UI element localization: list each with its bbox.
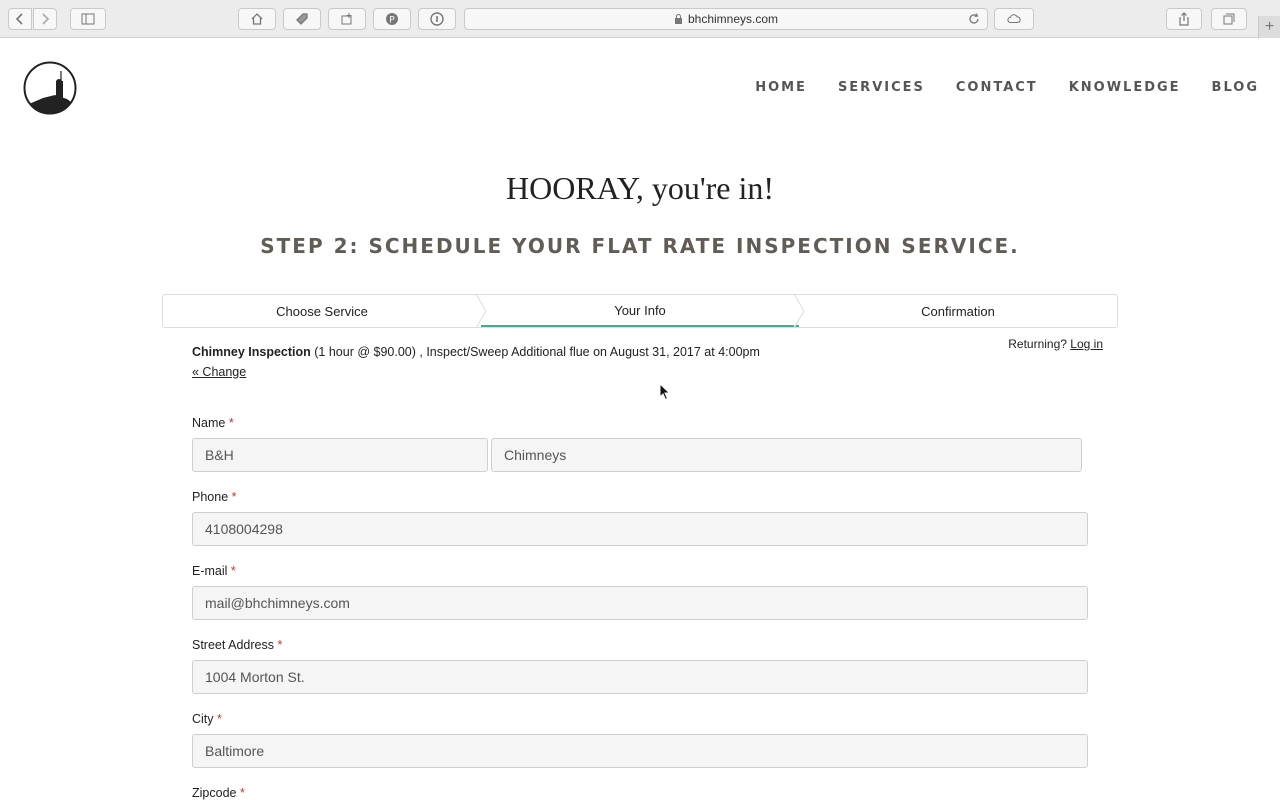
svg-text:P: P [389, 16, 395, 26]
page-title: HOORAY, you're in! [506, 170, 774, 206]
pinterest-icon: P [386, 13, 398, 26]
required-mark: * [217, 712, 222, 726]
url-text: bhchimneys.com [687, 12, 779, 26]
bookmark-add-icon [341, 13, 352, 25]
icloud-button[interactable] [994, 8, 1034, 30]
required-mark: * [228, 416, 234, 430]
required-mark: * [277, 638, 283, 652]
step-choose-service[interactable]: Choose Service [163, 294, 487, 328]
email-field[interactable]: mail@bhchimneys.com [192, 586, 1088, 620]
change-link[interactable]: « Change [192, 365, 246, 379]
nav-blog[interactable]: BLOG [1212, 80, 1259, 95]
forward-button[interactable] [33, 8, 57, 30]
sidebar-button[interactable] [70, 8, 106, 30]
main-nav: HOME SERVICES CONTACT KNOWLEDGE BLOG [755, 80, 1259, 95]
tabs-overview-button[interactable] [1211, 8, 1247, 30]
share-icon [1179, 12, 1189, 26]
nav-knowledge[interactable]: KNOWLEDGE [1069, 80, 1181, 95]
home-icon [251, 13, 263, 25]
step-label: Confirmation [921, 303, 995, 319]
street-label: Street Address * [192, 638, 282, 652]
street-field[interactable]: 1004 Morton St. [192, 660, 1088, 694]
new-tab-button[interactable]: + [1258, 16, 1280, 38]
street-label-text: Street Address [192, 638, 274, 652]
city-label-text: City [192, 712, 214, 726]
plus-icon: + [1264, 18, 1275, 35]
lock-icon [674, 14, 682, 24]
phone-field[interactable]: 4108004298 [192, 512, 1088, 546]
tag-bookmark-button[interactable] [283, 8, 321, 30]
browser-toolbar: P bhchimneys.com + [0, 0, 1280, 38]
info-circle-icon [430, 12, 444, 26]
required-mark: * [231, 490, 237, 504]
name-label-text: Name [192, 416, 226, 430]
tag-icon [296, 13, 308, 25]
name-label: Name * [192, 416, 234, 430]
site-logo[interactable] [23, 61, 77, 115]
reload-icon[interactable] [967, 12, 981, 26]
back-button[interactable] [8, 8, 32, 30]
returning-label: Returning? [1008, 337, 1067, 351]
last-name-field[interactable]: Chimneys [491, 438, 1082, 472]
nav-home[interactable]: HOME [755, 80, 807, 95]
step-confirmation[interactable]: Confirmation [799, 295, 1117, 327]
city-field[interactable]: Baltimore [192, 734, 1088, 768]
required-mark: * [239, 786, 245, 800]
pinterest-button[interactable]: P [373, 8, 411, 30]
password-manager-button[interactable] [418, 8, 456, 30]
phone-label-text: Phone [192, 490, 229, 504]
required-mark: * [230, 564, 236, 578]
step-title: STEP 2: SCHEDULE YOUR FLAT RATE INSPECTI… [260, 234, 1020, 258]
step-label: Your Info [614, 302, 666, 318]
mouse-cursor-icon [659, 383, 671, 401]
home-bookmark-button[interactable] [238, 8, 276, 30]
service-details: (1 hour @ $90.00) , Inspect/Sweep Additi… [314, 345, 760, 359]
returning-prompt: Returning? Log in [1008, 337, 1103, 351]
booking-summary: Chimney Inspection (1 hour @ $90.00) , I… [192, 345, 760, 359]
sidebar-icon [81, 13, 95, 25]
address-bar[interactable]: bhchimneys.com [464, 8, 988, 30]
zip-label-text: Zipcode [192, 786, 237, 800]
phone-label: Phone * [192, 490, 237, 504]
booking-stepper: Choose Service Your Info Confirmation [162, 294, 1118, 328]
first-name-field[interactable]: B&H [192, 438, 488, 472]
email-label-text: E-mail [192, 564, 228, 578]
chevron-right-icon [42, 13, 50, 25]
add-bookmark-button[interactable] [328, 8, 366, 30]
service-name: Chimney Inspection [192, 345, 311, 359]
email-label: E-mail * [192, 564, 236, 578]
nav-contact[interactable]: CONTACT [956, 80, 1038, 95]
zip-label: Zipcode * [192, 786, 245, 800]
tabs-icon [1223, 13, 1235, 25]
step-your-info[interactable]: Your Info [481, 294, 805, 328]
nav-services[interactable]: SERVICES [838, 80, 925, 95]
cloud-icon [1007, 14, 1021, 24]
city-label: City * [192, 712, 222, 726]
step-label: Choose Service [276, 303, 368, 319]
chevron-left-icon [15, 13, 23, 25]
login-link[interactable]: Log in [1070, 337, 1103, 351]
share-button[interactable] [1166, 8, 1202, 30]
